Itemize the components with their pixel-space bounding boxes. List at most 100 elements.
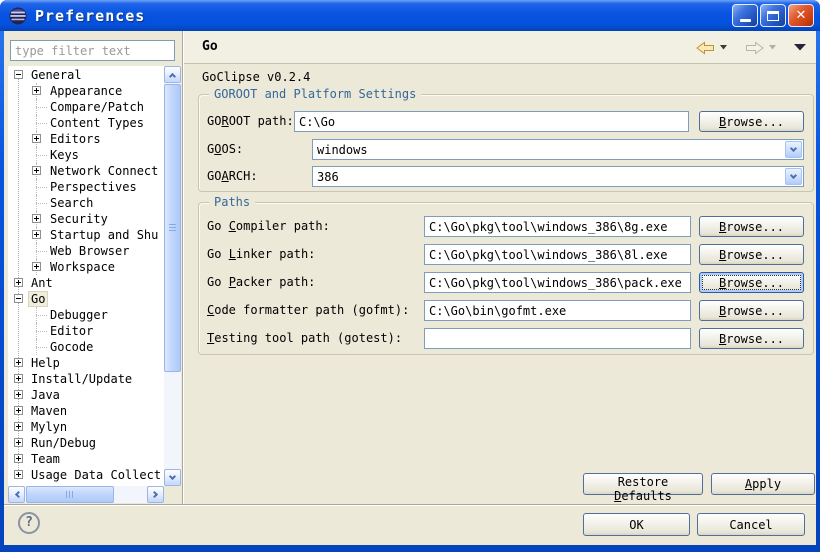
tree-item-help[interactable]: Help (8, 355, 164, 371)
tree-item-mylyn[interactable]: Mylyn (8, 419, 164, 435)
expand-icon[interactable] (14, 390, 23, 399)
titlebar[interactable]: Preferences ✕ (0, 0, 820, 31)
expand-icon[interactable] (14, 358, 23, 367)
main-panel: Go (184, 31, 816, 504)
view-menu-button[interactable] (794, 44, 806, 51)
filter-input[interactable] (10, 40, 175, 61)
chevron-right-icon (151, 491, 158, 498)
tree-item-network-connect[interactable]: Network Connect (8, 163, 164, 179)
tree-item-search[interactable]: Search (8, 195, 164, 211)
expand-icon[interactable] (14, 422, 23, 431)
collapse-icon[interactable] (14, 294, 23, 303)
code-formatter-path-row: Code formatter path (gofmt):Browse... (199, 300, 813, 321)
horizontal-scroll-thumb[interactable] (26, 486, 114, 503)
goroot-settings-group: GOROOT and Platform Settings GOROOT path… (198, 94, 814, 192)
expand-icon[interactable] (14, 278, 23, 287)
go-packer-path-browse-button[interactable]: Browse... (699, 272, 804, 293)
tree-item-label: Workspace (48, 260, 117, 274)
chevron-down-icon[interactable] (785, 168, 802, 185)
forward-button[interactable] (745, 41, 764, 55)
go-packer-path-input[interactable] (424, 272, 691, 293)
vertical-scroll-thumb[interactable] (164, 84, 181, 372)
expand-icon[interactable] (32, 214, 41, 223)
tree-item-usage-data-collect[interactable]: Usage Data Collect (8, 467, 164, 483)
tree-item-run-debug[interactable]: Run/Debug (8, 435, 164, 451)
maximize-button[interactable] (760, 4, 786, 27)
restore-defaults-button[interactable]: Restore Defaults (583, 473, 703, 495)
goroot-path-row: GOROOT path:Browse... (199, 111, 813, 132)
go-compiler-path-browse-button[interactable]: Browse... (699, 216, 804, 237)
tree-item-maven[interactable]: Maven (8, 403, 164, 419)
forward-history-dropdown[interactable] (769, 45, 776, 50)
expand-icon[interactable] (32, 134, 41, 143)
tree-item-compare-patch[interactable]: Compare/Patch (8, 99, 164, 115)
collapse-icon[interactable] (14, 70, 23, 79)
code-formatter-path-input[interactable] (424, 300, 691, 321)
tree-item-label: Gocode (48, 340, 95, 354)
expand-icon[interactable] (14, 454, 23, 463)
tree-item-team[interactable]: Team (8, 451, 164, 467)
tree-item-go[interactable]: Go (8, 291, 164, 307)
tree-item-editors[interactable]: Editors (8, 131, 164, 147)
tree-item-install-update[interactable]: Install/Update (8, 371, 164, 387)
tree-item-label: Usage Data Collect (29, 468, 163, 482)
expand-icon[interactable] (14, 470, 23, 479)
tree-item-keys[interactable]: Keys (8, 147, 164, 163)
goos-combo[interactable]: windows (312, 139, 804, 160)
paths-group: Paths Go Compiler path:Browse...Go Linke… (198, 202, 814, 355)
code-formatter-path-browse-button[interactable]: Browse... (699, 300, 804, 321)
tree-item-content-types[interactable]: Content Types (8, 115, 164, 131)
tree-item-ant[interactable]: Ant (8, 275, 164, 291)
expand-icon[interactable] (14, 438, 23, 447)
tree-item-editor[interactable]: Editor (8, 323, 164, 339)
tree-horizontal-scrollbar[interactable] (8, 486, 164, 503)
back-button[interactable] (696, 41, 715, 55)
tree-item-perspectives[interactable]: Perspectives (8, 179, 164, 195)
tree-item-appearance[interactable]: Appearance (8, 83, 164, 99)
tree-item-gocode[interactable]: Gocode (8, 339, 164, 355)
tree-item-label: Compare/Patch (48, 100, 146, 114)
scroll-left-button[interactable] (8, 486, 25, 503)
expand-icon[interactable] (14, 406, 23, 415)
expand-icon[interactable] (32, 262, 41, 271)
scroll-up-button[interactable] (164, 66, 181, 83)
tree-item-security[interactable]: Security (8, 211, 164, 227)
back-history-dropdown[interactable] (720, 45, 727, 50)
minimize-button[interactable] (732, 4, 758, 27)
chevron-down-icon[interactable] (785, 141, 802, 158)
tree-item-label: General (29, 68, 84, 82)
goroot-path-input[interactable] (294, 111, 689, 132)
scroll-right-button[interactable] (147, 486, 164, 503)
goarch-combo[interactable]: 386 (312, 166, 804, 187)
scrollbar-corner (164, 486, 181, 503)
cancel-button[interactable]: Cancel (697, 513, 805, 536)
go-linker-path-browse-button[interactable]: Browse... (699, 244, 804, 265)
expand-icon[interactable] (14, 374, 23, 383)
apply-button[interactable]: Apply (711, 473, 815, 495)
go-compiler-path-input[interactable] (424, 216, 691, 237)
tree-item-web-browser[interactable]: Web Browser (8, 243, 164, 259)
tree-vertical-scrollbar[interactable] (164, 66, 181, 486)
tree-connector (36, 315, 47, 316)
testing-tool-path-browse-button[interactable]: Browse... (699, 328, 804, 349)
go-packer-path-row: Go Packer path: Browse... (199, 272, 813, 293)
help-button[interactable]: ? (18, 512, 40, 534)
expand-icon[interactable] (32, 230, 41, 239)
dialog-body: GeneralAppearanceCompare/PatchContent Ty… (4, 31, 816, 545)
tree-item-debugger[interactable]: Debugger (8, 307, 164, 323)
scroll-down-button[interactable] (164, 469, 181, 486)
go-linker-path-input[interactable] (424, 244, 691, 265)
expand-icon[interactable] (32, 166, 41, 175)
tree-item-java[interactable]: Java (8, 387, 164, 403)
tree-item-label: Keys (48, 148, 81, 162)
testing-tool-path-input[interactable] (424, 328, 691, 349)
tree-item-workspace[interactable]: Workspace (8, 259, 164, 275)
ok-button[interactable]: OK (583, 513, 690, 536)
tree-item-general[interactable]: General (8, 67, 164, 83)
goroot-path-browse-button[interactable]: Browse... (699, 111, 804, 132)
go-packer-path-label: Go Packer path: (207, 272, 315, 293)
tree-item-startup-and-shu[interactable]: Startup and Shu (8, 227, 164, 243)
close-button[interactable]: ✕ (788, 4, 814, 27)
close-icon: ✕ (796, 9, 807, 22)
expand-icon[interactable] (32, 86, 41, 95)
